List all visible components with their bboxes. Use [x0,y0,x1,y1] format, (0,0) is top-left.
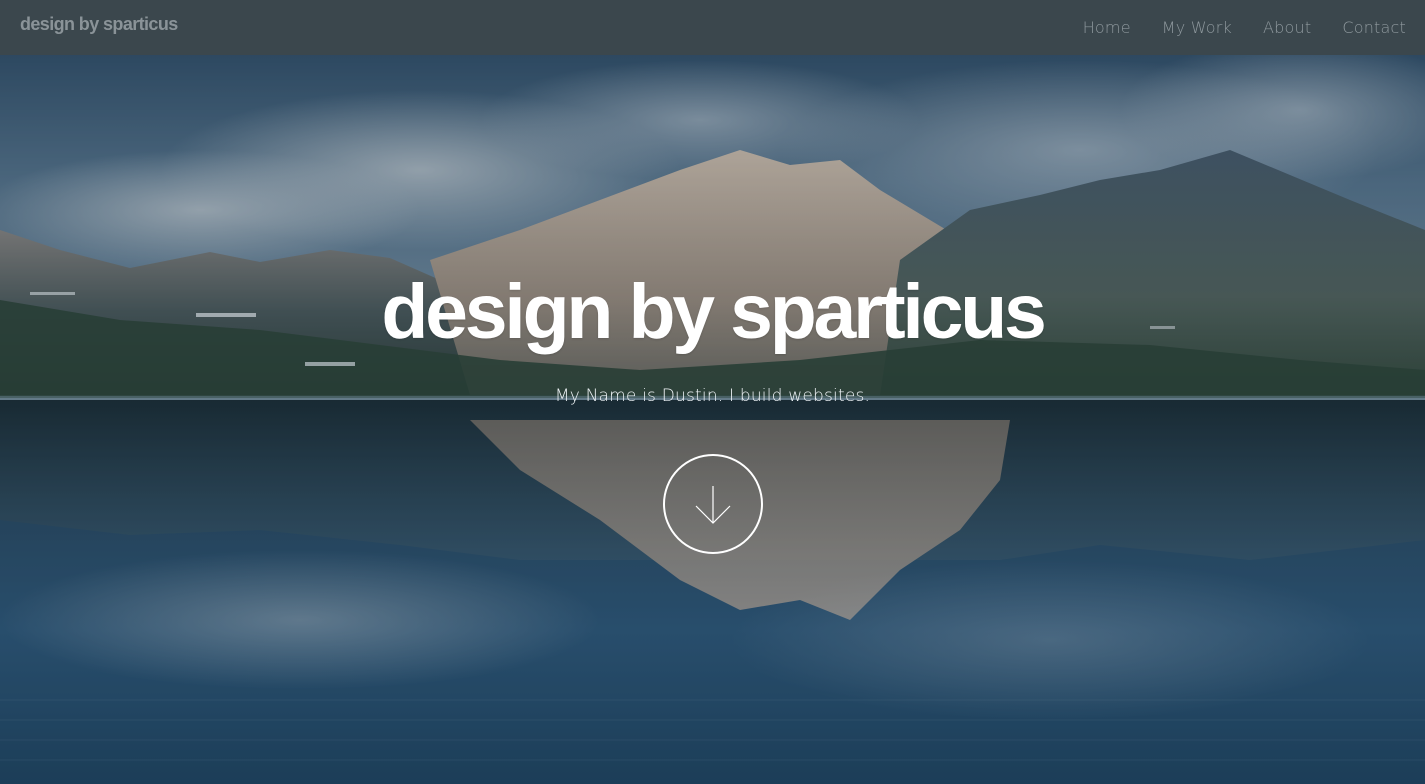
navbar: design by sparticus Home My Work About C… [0,0,1425,55]
nav-link-home[interactable]: Home [1083,18,1131,37]
nav-menu: Home My Work About Contact [1083,0,1406,55]
hero-subtitle: My Name is Dustin. I build websites. [554,386,871,406]
page: design by sparticus Home My Work About C… [0,0,1425,784]
nav-link-contact[interactable]: Contact [1342,18,1406,37]
hero-title: design by sparticus [381,269,1047,355]
arrow-down-icon [695,486,731,524]
brand-logo-link[interactable]: design by sparticus [20,14,178,35]
nav-link-my-work[interactable]: My Work [1162,18,1232,37]
scroll-down-button[interactable] [663,454,763,554]
nav-link-about[interactable]: About [1263,18,1311,37]
